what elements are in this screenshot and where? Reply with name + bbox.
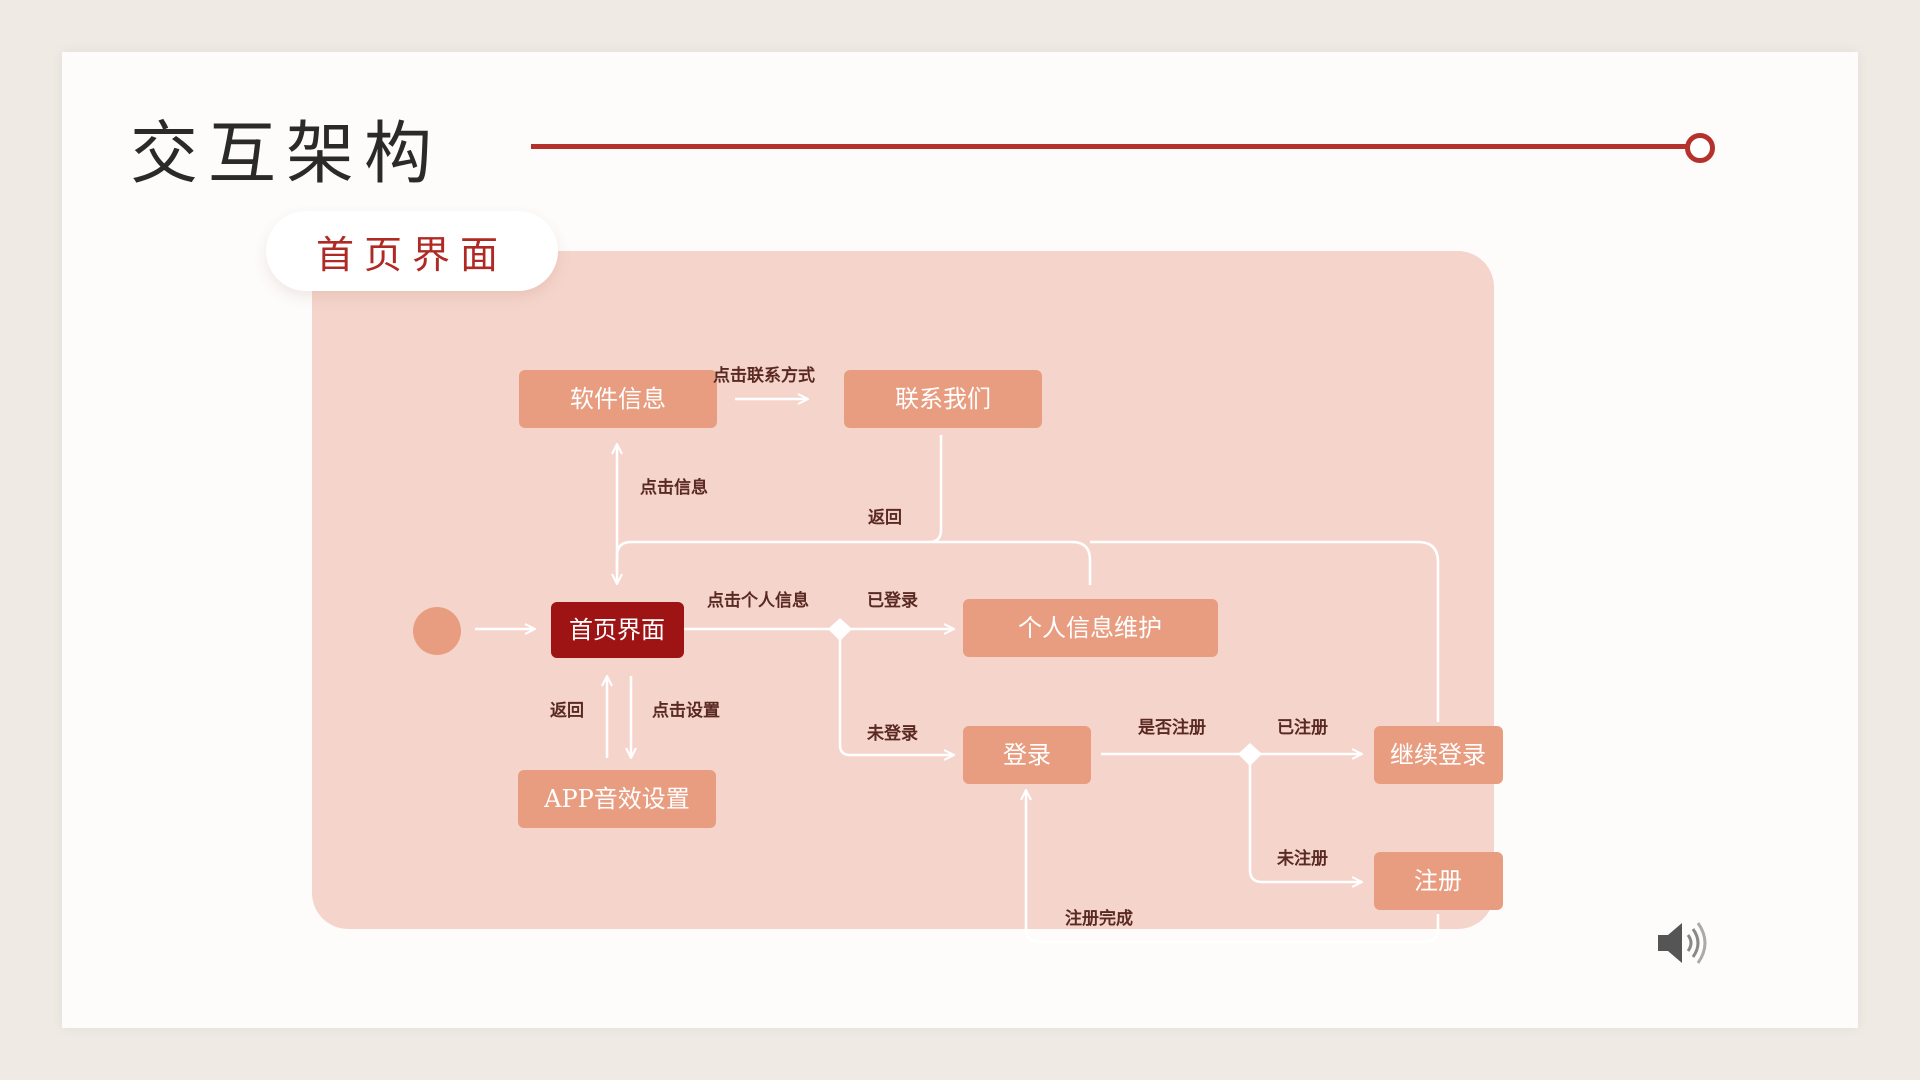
node-profile[interactable]: 个人信息维护 xyxy=(963,599,1218,657)
edge-label-is-registered: 是否注册 xyxy=(1138,717,1206,738)
edge-label-not-registered: 未注册 xyxy=(1276,848,1328,869)
edge-label-register-done: 注册完成 xyxy=(1065,908,1133,929)
edge-label-logged-in: 已登录 xyxy=(867,590,918,611)
node-profile-label: 个人信息维护 xyxy=(1018,614,1162,642)
node-continue-login-label: 继续登录 xyxy=(1390,741,1486,769)
node-login-label: 登录 xyxy=(1003,741,1051,769)
edge-label-back-settings: 返回 xyxy=(550,701,584,721)
edge-label-click-settings: 点击设置 xyxy=(652,700,720,721)
speaker-icon[interactable] xyxy=(1652,918,1708,968)
flow-diagram: 软件信息 联系我们 首页界面 个人信息维护 APP音效设置 登录 继续登录 注册… xyxy=(413,365,1503,944)
node-login[interactable]: 登录 xyxy=(963,726,1091,784)
node-contact-us-label: 联系我们 xyxy=(895,385,991,413)
node-sound-settings[interactable]: APP音效设置 xyxy=(518,770,716,828)
start-node-circle xyxy=(413,607,461,655)
edge-label-click-personal: 点击个人信息 xyxy=(707,590,809,611)
node-software-info[interactable]: 软件信息 xyxy=(519,370,717,428)
node-software-info-label: 软件信息 xyxy=(570,385,666,413)
edge-profile-return xyxy=(931,540,1092,585)
node-continue-login[interactable]: 继续登录 xyxy=(1374,726,1503,784)
edge-label-click-info: 点击信息 xyxy=(640,477,708,498)
node-register-label: 注册 xyxy=(1414,867,1462,895)
edge-label-registered: 已注册 xyxy=(1277,717,1328,738)
edge-label-not-logged-in: 未登录 xyxy=(866,723,918,744)
node-sound-settings-label: APP音效设置 xyxy=(543,785,690,813)
decision-diamond-login-state xyxy=(828,618,852,641)
decision-diamond-registration xyxy=(1238,743,1262,766)
node-register[interactable]: 注册 xyxy=(1374,852,1503,910)
edge-label-back-contact: 返回 xyxy=(868,508,902,528)
edge-label-click-contact: 点击联系方式 xyxy=(713,365,815,386)
node-contact-us[interactable]: 联系我们 xyxy=(844,370,1042,428)
node-home-label: 首页界面 xyxy=(569,616,665,644)
node-home[interactable]: 首页界面 xyxy=(551,602,684,658)
